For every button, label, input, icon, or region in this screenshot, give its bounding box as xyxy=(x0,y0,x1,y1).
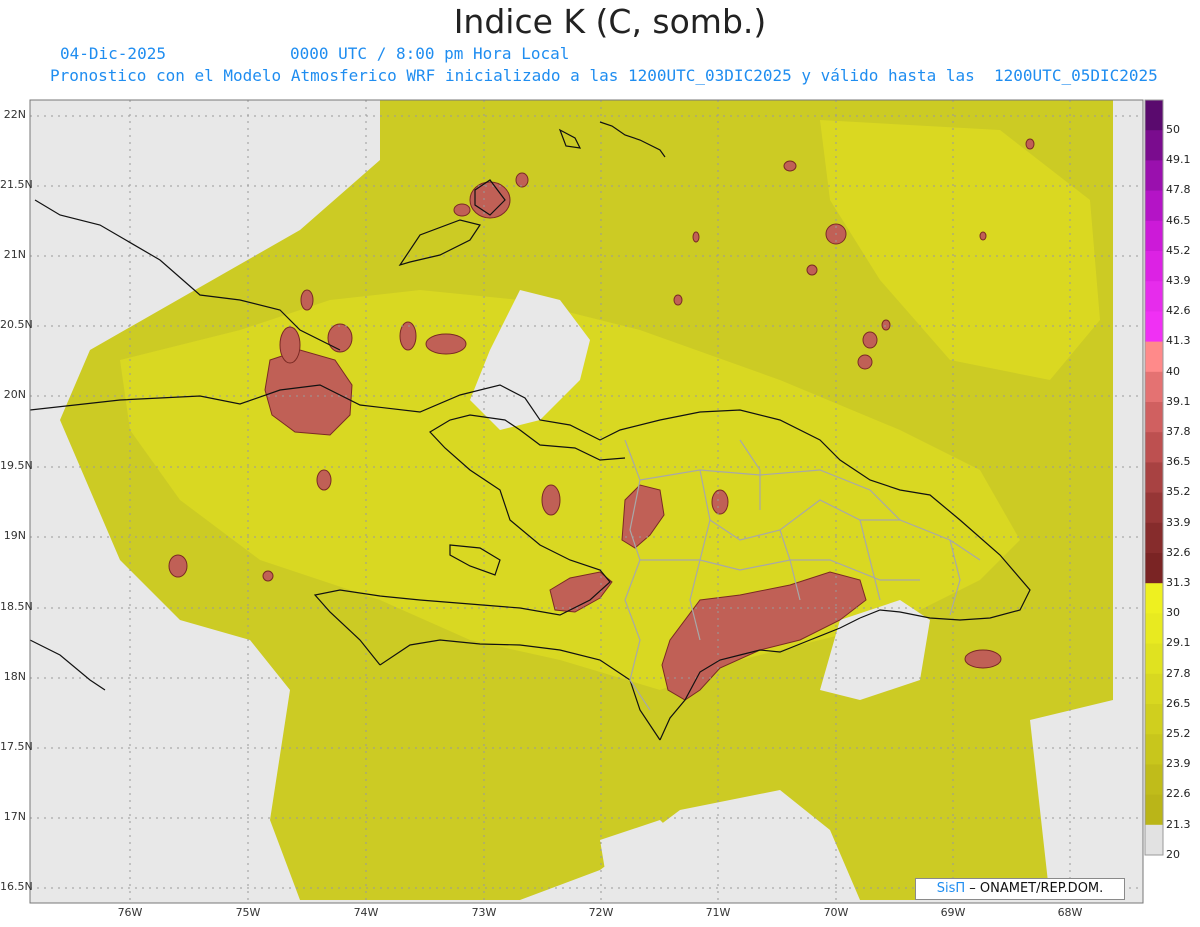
colorbar-label: 22.6 xyxy=(1166,787,1191,801)
colorbar-swatch xyxy=(1145,341,1163,373)
colorbar-label: 35.2 xyxy=(1166,485,1191,499)
lat-label: 17.5N xyxy=(0,740,33,753)
colorbar-label: 47.8 xyxy=(1166,183,1191,197)
colorbar-label: 46.5 xyxy=(1166,213,1191,227)
colorbar-label: 36.5 xyxy=(1166,455,1191,469)
colorbar-label: 41.3 xyxy=(1166,334,1191,348)
colorbar-swatch xyxy=(1145,794,1163,826)
colorbar-swatch xyxy=(1145,130,1163,161)
lat-label: 19.5N xyxy=(0,459,33,472)
colorbar-label: 29.1 xyxy=(1166,636,1191,650)
lon-label: 76W xyxy=(117,906,143,919)
lon-label: 75W xyxy=(235,906,261,919)
colorbar-label: 43.9 xyxy=(1166,274,1191,287)
colorbar-label: 42.6 xyxy=(1166,304,1191,318)
k-index-map xyxy=(29,99,1164,904)
colorbar-swatch xyxy=(1145,734,1163,765)
colorbar-swatch xyxy=(1145,583,1163,614)
colorbar-swatch xyxy=(1145,704,1163,735)
forecast-time: 0000 UTC / 8:00 pm Hora Local xyxy=(290,44,570,63)
map-title: Indice K (C, somb.) xyxy=(453,2,767,41)
colorbar-swatch xyxy=(1145,160,1163,192)
lon-label: 71W xyxy=(705,906,731,919)
colorbar-swatch xyxy=(1145,764,1163,796)
colorbar-label: 21.3 xyxy=(1166,817,1191,831)
lon-label: 74W xyxy=(353,906,379,919)
lat-label: 21N xyxy=(3,248,26,261)
colorbar-label: 26.5 xyxy=(1166,696,1191,710)
colorbar-label: 23.9 xyxy=(1166,757,1191,771)
lon-label: 69W xyxy=(940,906,966,919)
colorbar-swatch xyxy=(1145,220,1163,252)
colorbar-swatch xyxy=(1145,824,1163,856)
credit-brand: SisΠ xyxy=(936,881,966,896)
colorbar-swatch xyxy=(1145,371,1163,403)
colorbar-label: 50 xyxy=(1166,123,1180,136)
lon-label: 73W xyxy=(471,906,497,919)
colorbar-swatch xyxy=(1145,643,1163,675)
colorbar-label: 32.6 xyxy=(1166,545,1191,559)
colorbar-label: 27.8 xyxy=(1166,666,1191,680)
lat-label: 20.5N xyxy=(0,318,33,331)
colorbar-swatch xyxy=(1145,402,1163,433)
colorbar-label: 49.1 xyxy=(1166,153,1191,167)
lat-label: 17N xyxy=(3,810,26,823)
lat-label: 16.5N xyxy=(0,880,33,893)
colorbar-swatch xyxy=(1145,311,1163,343)
colorbar-swatch xyxy=(1145,251,1163,282)
colorbar-label: 25.2 xyxy=(1166,727,1191,740)
colorbar-swatch xyxy=(1145,522,1163,554)
lon-label: 68W xyxy=(1057,906,1083,919)
colorbar-label: 40 xyxy=(1166,364,1180,378)
colorbar-swatch xyxy=(1145,673,1163,705)
colorbar-swatch xyxy=(1145,462,1163,494)
colorbar-label: 39.1 xyxy=(1166,394,1191,408)
model-description: Pronostico con el Modelo Atmosferico WRF… xyxy=(50,66,1158,85)
credit-text: – ONAMET/REP.DOM. xyxy=(965,881,1104,896)
colorbar-label: 45.2 xyxy=(1166,243,1191,257)
colorbar-swatch xyxy=(1145,553,1163,584)
lon-label: 70W xyxy=(823,906,849,919)
colorbar-swatch xyxy=(1145,492,1163,524)
lat-label: 22N xyxy=(3,108,26,121)
lat-label: 21.5N xyxy=(0,178,33,191)
colorbar-label: 20 xyxy=(1166,847,1180,861)
lat-label: 19N xyxy=(3,529,26,542)
colorbar xyxy=(1144,99,1164,856)
credit-box: SisΠ – ONAMET/REP.DOM. xyxy=(915,878,1125,900)
colorbar-swatch xyxy=(1145,190,1163,222)
lon-label: 72W xyxy=(588,906,614,919)
colorbar-swatch xyxy=(1145,432,1163,463)
colorbar-label: 31.3 xyxy=(1166,576,1191,589)
colorbar-swatch xyxy=(1145,100,1163,131)
lat-label: 20N xyxy=(3,388,26,401)
colorbar-swatch xyxy=(1145,281,1163,312)
lat-label: 18N xyxy=(3,670,26,683)
colorbar-label: 33.9 xyxy=(1166,515,1191,529)
colorbar-swatch xyxy=(1145,613,1163,645)
lat-label: 18.5N xyxy=(0,600,33,613)
forecast-date: 04-Dic-2025 xyxy=(60,44,166,63)
colorbar-label: 37.8 xyxy=(1166,425,1191,438)
colorbar-label: 30 xyxy=(1166,606,1180,620)
